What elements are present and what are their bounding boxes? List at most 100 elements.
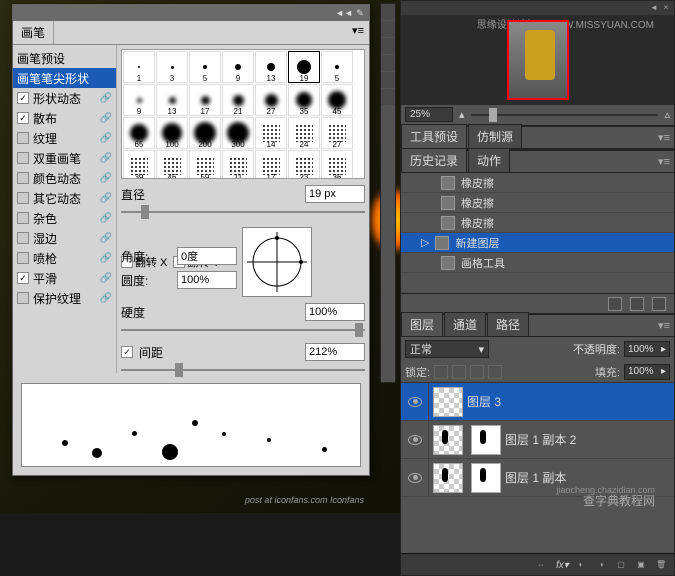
layer-item[interactable]: 图层 3 xyxy=(401,383,674,421)
roundness-input[interactable] xyxy=(177,271,237,289)
spacing-checkbox[interactable]: ✓ xyxy=(121,346,133,358)
link-icon[interactable]: 🔗 xyxy=(100,293,112,304)
brush-preset[interactable]: 21 xyxy=(222,84,254,116)
brush-preset[interactable]: 19 xyxy=(288,51,320,83)
brush-preset[interactable]: 13 xyxy=(255,51,287,83)
zoom-input[interactable]: 25% xyxy=(405,107,453,122)
tab-actions[interactable]: 动作 xyxy=(468,148,510,172)
tab-history[interactable]: 历史记录 xyxy=(401,148,467,172)
sidebar-item[interactable]: 纹理🔗 xyxy=(13,128,116,148)
collapse-icon[interactable]: ◄◄ xyxy=(338,7,350,19)
trash-icon[interactable]: 🗑 xyxy=(656,560,666,570)
sidebar-item[interactable]: 湿边🔗 xyxy=(13,228,116,248)
link-icon[interactable]: 🔗 xyxy=(100,273,112,284)
panel-menu-icon[interactable]: ▾≡ xyxy=(654,315,674,336)
layer-thumbnail[interactable] xyxy=(433,463,463,493)
brush-preset[interactable]: 300 xyxy=(222,117,254,149)
history-item[interactable]: 橡皮擦 xyxy=(401,213,674,233)
layer-name[interactable]: 图层 1 副本 2 xyxy=(505,431,576,448)
checkbox[interactable]: ✓ xyxy=(17,112,29,124)
sidebar-item[interactable]: 保护纹理🔗 xyxy=(13,288,116,308)
mask-icon[interactable]: ◐ xyxy=(576,560,586,570)
tab-channels[interactable]: 通道 xyxy=(444,312,486,336)
brush-preset[interactable]: 5 xyxy=(189,51,221,83)
zoom-out-icon[interactable]: ▴ xyxy=(459,108,465,121)
link-icon[interactable]: 🔗 xyxy=(100,233,112,244)
lock-pixels-icon[interactable] xyxy=(434,365,448,379)
checkbox[interactable]: ✓ xyxy=(17,92,29,104)
sidebar-item[interactable]: ✓形状动态🔗 xyxy=(13,88,116,108)
brush-preset[interactable]: 36 xyxy=(321,150,353,179)
close-icon[interactable]: × xyxy=(661,3,671,13)
new-snapshot-icon[interactable] xyxy=(630,297,644,311)
blend-mode-select[interactable]: 正常▾ xyxy=(405,340,489,358)
brush-tool-icon[interactable]: ✎ xyxy=(354,7,366,19)
brush-preset[interactable]: 27 xyxy=(321,117,353,149)
lock-move-icon[interactable] xyxy=(470,365,484,379)
brush-preset[interactable]: 1 xyxy=(123,51,155,83)
brush-preset[interactable]: 14 xyxy=(255,117,287,149)
collapse-icon[interactable]: ◄ xyxy=(649,3,659,13)
checkbox[interactable]: ✓ xyxy=(17,272,29,284)
brush-preset[interactable]: 13 xyxy=(156,84,188,116)
brush-preset[interactable]: 27 xyxy=(255,84,287,116)
brush-preset[interactable]: 11 xyxy=(222,150,254,179)
snapshot-icon[interactable] xyxy=(608,297,622,311)
tab-paths[interactable]: 路径 xyxy=(487,312,529,336)
hardness-slider[interactable] xyxy=(121,323,365,337)
sidebar-item[interactable]: 双重画笔🔗 xyxy=(13,148,116,168)
sidebar-item[interactable]: ✓散布🔗 xyxy=(13,108,116,128)
layer-thumbnail[interactable] xyxy=(433,425,463,455)
sidebar-item[interactable]: 颜色动态🔗 xyxy=(13,168,116,188)
brush-preset[interactable]: 17 xyxy=(255,150,287,179)
history-item[interactable]: ▷新建图层 xyxy=(401,233,674,253)
folder-icon[interactable]: ▢ xyxy=(616,560,626,570)
brush-preset[interactable]: 45 xyxy=(321,84,353,116)
brush-preset[interactable]: 3 xyxy=(156,51,188,83)
layer-mask-thumbnail[interactable] xyxy=(471,463,501,493)
hardness-input[interactable] xyxy=(305,303,365,321)
link-icon[interactable]: 🔗 xyxy=(100,113,112,124)
brush-preset[interactable]: 65 xyxy=(123,117,155,149)
angle-widget[interactable] xyxy=(242,227,312,297)
link-icon[interactable]: 🔗 xyxy=(100,93,112,104)
brush-tip-grid[interactable]: 1359131959131721273545651002003001424273… xyxy=(121,49,365,179)
angle-input[interactable] xyxy=(177,247,237,265)
spacing-input[interactable] xyxy=(305,343,365,361)
checkbox[interactable] xyxy=(17,132,29,144)
checkbox[interactable] xyxy=(17,172,29,184)
navigator-preview[interactable]: 思缘设计论坛 WWW.MISSYUAN.COM xyxy=(401,15,674,105)
tab-tool-presets[interactable]: 工具预设 xyxy=(401,124,467,148)
panel-menu-icon[interactable]: ▾≡ xyxy=(654,151,674,172)
brush-preset[interactable]: 39 xyxy=(123,150,155,179)
visibility-toggle[interactable] xyxy=(401,421,429,459)
lock-all-icon[interactable] xyxy=(488,365,502,379)
brush-preset[interactable]: 59 xyxy=(189,150,221,179)
sidebar-item[interactable]: 其它动态🔗 xyxy=(13,188,116,208)
zoom-slider[interactable] xyxy=(471,108,659,122)
brush-preset[interactable]: 24 xyxy=(288,117,320,149)
link-icon[interactable]: 🔗 xyxy=(100,193,112,204)
navigator-viewport[interactable] xyxy=(507,20,569,100)
layer-thumbnail[interactable] xyxy=(433,387,463,417)
layer-item[interactable]: 图层 1 副本 2 xyxy=(401,421,674,459)
history-item[interactable]: 画格工具 xyxy=(401,253,674,273)
brush-preset[interactable]: 35 xyxy=(288,84,320,116)
panel-title-bar[interactable]: ◄◄ ✎ xyxy=(13,5,369,21)
new-layer-icon[interactable]: ▣ xyxy=(636,560,646,570)
link-icon[interactable]: 🔗 xyxy=(100,133,112,144)
layer-mask-thumbnail[interactable] xyxy=(471,425,501,455)
brush-preset[interactable]: 9 xyxy=(123,84,155,116)
history-item[interactable]: 橡皮擦 xyxy=(401,193,674,213)
trash-icon[interactable] xyxy=(652,297,666,311)
diameter-input[interactable] xyxy=(305,185,365,203)
brush-preset[interactable]: 17 xyxy=(189,84,221,116)
adjustment-icon[interactable]: ◑ xyxy=(596,560,606,570)
fill-input[interactable]: 100%▸ xyxy=(624,364,670,380)
checkbox[interactable] xyxy=(17,192,29,204)
diameter-slider[interactable] xyxy=(121,205,365,219)
lock-brush-icon[interactable] xyxy=(452,365,466,379)
checkbox[interactable] xyxy=(17,232,29,244)
brush-preset[interactable]: 9 xyxy=(222,51,254,83)
tab-brush[interactable]: 画笔 xyxy=(13,21,54,44)
